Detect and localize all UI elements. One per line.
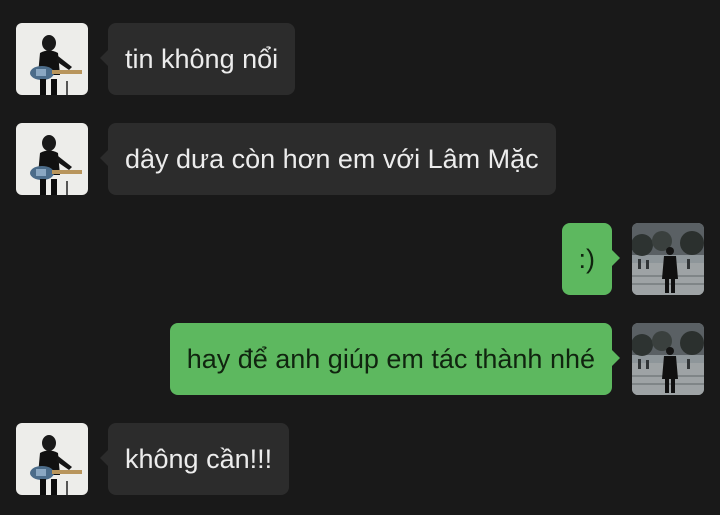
guitarist-avatar-icon[interactable] — [16, 423, 88, 495]
message-row-incoming: không cần!!! — [0, 423, 720, 495]
guitarist-avatar-icon[interactable] — [16, 23, 88, 95]
message-row-incoming: dây dưa còn hơn em với Lâm Mặc — [0, 123, 720, 195]
incoming-message-bubble[interactable]: tin không nổi — [99, 23, 296, 95]
message-row-incoming: tin không nổi — [0, 23, 720, 95]
message-row-outgoing: :) — [0, 223, 720, 295]
incoming-message-bubble[interactable]: không cần!!! — [99, 423, 290, 495]
guitarist-avatar-icon[interactable] — [16, 123, 88, 195]
incoming-message-bubble[interactable]: dây dưa còn hơn em với Lâm Mặc — [100, 123, 556, 195]
message-row-outgoing: hay để anh giúp em tác thành nhé — [0, 323, 720, 395]
outgoing-message-bubble[interactable]: :) — [561, 223, 620, 295]
outgoing-message-bubble[interactable]: hay để anh giúp em tác thành nhé — [169, 323, 621, 395]
street-photo-avatar-icon[interactable] — [632, 223, 704, 295]
street-photo-avatar-icon[interactable] — [632, 323, 704, 395]
